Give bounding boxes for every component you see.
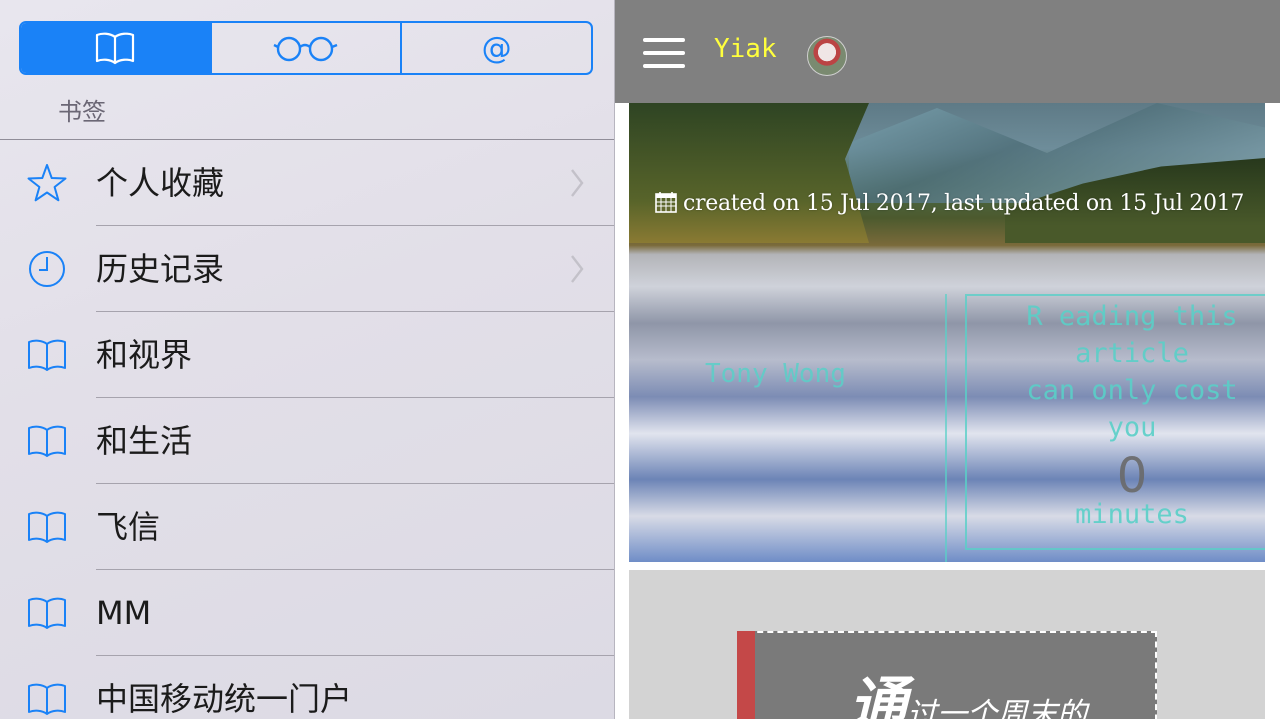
site-header: Yiak xyxy=(615,0,1280,103)
reading-line: you xyxy=(1107,412,1157,443)
book-icon xyxy=(96,32,135,65)
bookmark-label: 和视界 xyxy=(96,336,193,374)
bookmark-item[interactable]: 飞信 xyxy=(0,484,614,570)
menu-icon[interactable] xyxy=(643,38,685,68)
post-meta: created on 15 Jul 2017, last updated on … xyxy=(655,191,1244,216)
bookmark-label: 和生活 xyxy=(96,422,193,460)
bookmark-item[interactable]: 和视界 xyxy=(0,312,614,398)
reading-line: R eading this xyxy=(1026,301,1238,332)
bookmark-label: 个人收藏 xyxy=(96,164,225,202)
bookmark-item[interactable]: 中国移动统一门户 xyxy=(0,656,614,719)
book-icon xyxy=(26,334,68,376)
at-icon: @ xyxy=(481,30,512,66)
bookmark-item-history[interactable]: 历史记录 xyxy=(0,226,614,312)
bookmark-item[interactable]: 和生活 xyxy=(0,398,614,484)
star-icon xyxy=(26,162,68,204)
avatar[interactable] xyxy=(807,36,847,76)
quote-rest: 过一个周末的 xyxy=(907,697,1088,719)
book-icon xyxy=(26,678,68,719)
bookmark-label: 飞信 xyxy=(96,508,161,546)
reading-line: article xyxy=(1075,338,1189,369)
divider xyxy=(945,294,947,562)
bookmarks-tab[interactable] xyxy=(21,23,212,73)
web-page: Yiak created on 15 Jul 2017, last update… xyxy=(615,0,1280,719)
book-icon xyxy=(26,420,68,462)
glasses-icon xyxy=(273,36,338,62)
quote-initial: 通 xyxy=(849,670,908,719)
quote-accent-bar xyxy=(737,631,755,719)
hero-trees xyxy=(629,103,869,243)
site-brand[interactable]: Yiak xyxy=(714,34,777,64)
quote-text: 通过一个周末的 xyxy=(849,657,1087,719)
bookmark-label: MM xyxy=(96,594,152,632)
quote-block: 通过一个周末的 xyxy=(737,631,1157,719)
hero-image: created on 15 Jul 2017, last updated on … xyxy=(629,103,1265,562)
reading-time: R eading this article can only cost you … xyxy=(967,298,1265,533)
bookmark-label: 中国移动统一门户 xyxy=(96,680,353,718)
reading-list-tab[interactable] xyxy=(212,23,403,73)
reading-line: can only cost xyxy=(1026,375,1238,406)
book-icon xyxy=(26,592,68,634)
reading-unit: minutes xyxy=(1075,499,1189,530)
author-name: Tony Wong xyxy=(705,359,846,389)
clock-icon xyxy=(26,248,68,290)
post-dates: created on 15 Jul 2017, last updated on … xyxy=(683,191,1245,216)
bookmark-list: 个人收藏 历史记录 和视界 和生活 飞信 MM 中国移动统一门户 xyxy=(0,140,614,719)
chevron-right-icon xyxy=(571,255,584,283)
bookmark-label: 历史记录 xyxy=(96,250,225,288)
section-title: 书签 xyxy=(58,98,106,126)
bookmarks-panel: @ 书签 个人收藏 历史记录 和视界 和生活 飞信 MM 中国移动统一门户 xyxy=(0,0,615,719)
calendar-icon xyxy=(655,192,677,213)
bookmark-item[interactable]: MM xyxy=(0,570,614,656)
article-card: 通过一个周末的 xyxy=(629,570,1265,719)
chevron-right-icon xyxy=(571,169,584,197)
book-icon xyxy=(26,506,68,548)
bookmark-segmented-control: @ xyxy=(19,21,593,75)
shared-links-tab[interactable]: @ xyxy=(402,23,591,73)
bookmark-item-favorites[interactable]: 个人收藏 xyxy=(0,140,614,226)
